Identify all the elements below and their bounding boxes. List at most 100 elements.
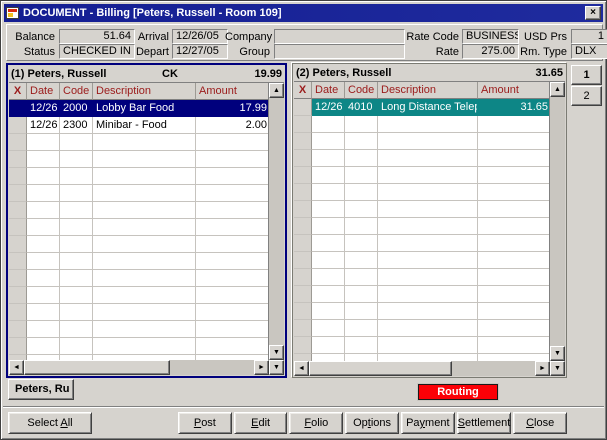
table-row[interactable]: 12/262000Lobby Bar Food17.99 — [9, 100, 268, 117]
table-cell[interactable]: Lobby Bar Food — [93, 100, 196, 117]
close-button[interactable]: Close — [513, 412, 567, 434]
table-cell — [93, 304, 196, 321]
company-field[interactable] — [274, 29, 405, 44]
arrival-field[interactable]: 12/26/05 — [172, 29, 228, 44]
table-row[interactable]: 12/262300Minibar - Food2.00 — [9, 117, 268, 134]
billing-window: DOCUMENT - Billing [Peters, Russell - Ro… — [0, 0, 607, 440]
table-cell — [378, 167, 478, 184]
table-cell — [478, 133, 550, 150]
table-cell[interactable]: 31.65 — [478, 99, 550, 116]
column-header[interactable]: Date — [312, 82, 345, 99]
column-header[interactable]: Code — [60, 83, 93, 100]
post-button[interactable]: Post — [178, 412, 232, 434]
table-cell — [312, 201, 345, 218]
scroll-down-icon[interactable]: ▼ — [269, 345, 284, 360]
table-cell — [196, 168, 269, 185]
column-header[interactable]: Code — [345, 82, 378, 99]
column-header[interactable]: Description — [378, 82, 478, 99]
scroll-right-icon[interactable]: ► — [254, 360, 269, 375]
scroll-up-icon[interactable]: ▲ — [550, 82, 565, 97]
column-header[interactable]: Description — [93, 83, 196, 100]
folio-tab-2[interactable]: 2 — [571, 86, 602, 106]
table-cell — [196, 219, 269, 236]
column-header[interactable]: Amount — [196, 83, 269, 100]
column-header[interactable]: X — [9, 83, 27, 100]
routing-badge[interactable]: Routing — [418, 384, 498, 400]
scroll-corner-icon[interactable]: ▼ — [550, 361, 565, 376]
table-cell — [294, 354, 312, 361]
table-row — [294, 269, 549, 286]
folio-button[interactable]: Folio — [289, 412, 343, 434]
table-cell — [60, 287, 93, 304]
table-cell — [378, 252, 478, 269]
table-cell — [196, 338, 269, 355]
table-cell — [294, 303, 312, 320]
table-cell[interactable] — [9, 117, 27, 134]
group-field[interactable] — [274, 44, 405, 59]
scroll-down-icon[interactable]: ▼ — [550, 346, 565, 361]
rate-code-field[interactable]: BUSINESS — [462, 29, 519, 44]
table-cell[interactable]: 4010 — [345, 99, 378, 116]
column-header[interactable]: Date — [27, 83, 60, 100]
scrollbar-thumb[interactable] — [24, 360, 170, 375]
select-all-button[interactable]: Select All — [8, 412, 92, 434]
rate-field[interactable]: 275.00 — [462, 44, 519, 59]
vertical-scrollbar[interactable]: ▲ ▼ — [269, 83, 284, 360]
table-cell — [478, 218, 550, 235]
edit-button[interactable]: Edit — [234, 412, 288, 434]
table-cell[interactable]: 2000 — [60, 100, 93, 117]
table-row — [294, 133, 549, 150]
table-cell — [294, 235, 312, 252]
room-type-field[interactable]: DLX — [571, 44, 607, 59]
scroll-right-icon[interactable]: ► — [535, 361, 550, 376]
scroll-corner-icon[interactable]: ▼ — [269, 360, 284, 375]
table-cell — [345, 252, 378, 269]
table-cell — [312, 150, 345, 167]
horizontal-scrollbar[interactable]: ◄ ► — [294, 361, 550, 376]
horizontal-scrollbar[interactable]: ◄ ► — [9, 360, 269, 375]
table-cell[interactable]: 12/26 — [27, 100, 60, 117]
table-row — [9, 321, 268, 338]
folio-pane-2: (2) Peters, Russell 31.65 XDateCodeDescr… — [292, 63, 567, 378]
table-row — [294, 167, 549, 184]
table-cell[interactable]: 17.99 — [196, 100, 269, 117]
table-cell — [294, 201, 312, 218]
table-cell[interactable]: 12/26 — [312, 99, 345, 116]
options-button[interactable]: Options — [345, 412, 399, 434]
table-cell — [9, 270, 27, 287]
column-header[interactable]: Amount — [478, 82, 550, 99]
vertical-scrollbar[interactable]: ▲ ▼ — [550, 82, 565, 361]
guest-window-tab[interactable]: Peters, Ru — [8, 379, 74, 400]
balance-field[interactable]: 51.64 — [59, 29, 135, 44]
footer-divider — [3, 406, 604, 408]
table-cell[interactable] — [9, 100, 27, 117]
scroll-up-icon[interactable]: ▲ — [269, 83, 284, 98]
table-cell[interactable]: 2300 — [60, 117, 93, 134]
table-cell — [9, 219, 27, 236]
table-cell — [60, 321, 93, 338]
table-cell — [312, 269, 345, 286]
column-header[interactable]: X — [294, 82, 312, 99]
scrollbar-thumb[interactable] — [309, 361, 452, 376]
table-cell — [478, 354, 550, 361]
table-row[interactable]: 12/264010Long Distance Telephone31.65 — [294, 99, 549, 116]
table-cell — [294, 218, 312, 235]
table-cell[interactable]: Long Distance Telephone — [378, 99, 478, 116]
prs-field[interactable]: 1 — [571, 29, 607, 44]
scroll-left-icon[interactable]: ◄ — [9, 360, 24, 375]
payment-button[interactable]: Payment — [401, 412, 455, 434]
table-row — [9, 202, 268, 219]
table-cell[interactable]: 2.00 — [196, 117, 269, 134]
settlement-button[interactable]: Settlement — [457, 412, 512, 434]
table-cell[interactable]: 12/26 — [27, 117, 60, 134]
table-cell — [478, 235, 550, 252]
status-field[interactable]: CHECKED IN — [59, 44, 135, 59]
table-cell[interactable] — [294, 99, 312, 116]
table-cell — [345, 218, 378, 235]
folio-tab-1[interactable]: 1 — [571, 65, 602, 85]
table-cell[interactable]: Minibar - Food — [93, 117, 196, 134]
scroll-left-icon[interactable]: ◄ — [294, 361, 309, 376]
close-icon[interactable]: × — [585, 6, 601, 20]
table-cell — [345, 167, 378, 184]
depart-field[interactable]: 12/27/05 — [172, 44, 228, 59]
